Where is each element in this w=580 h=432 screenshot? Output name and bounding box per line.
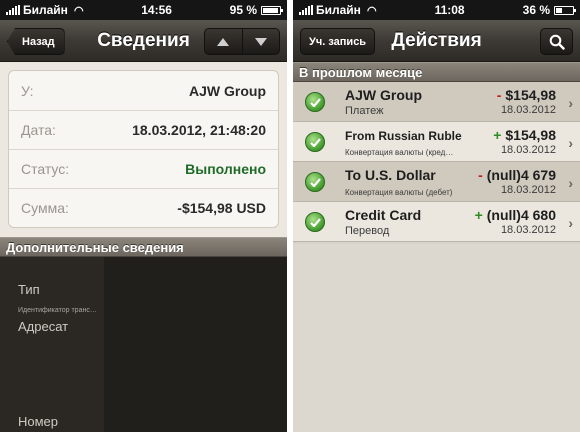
detail-value: AJW Group (189, 82, 266, 99)
additional-details-panel: Тип Идентификатор транс… Адресат Номер (0, 257, 287, 432)
details-screen: Билайн ◠ 14:56 95 % Сведения Назад У: AJ… (0, 0, 287, 432)
battery-icon (261, 5, 283, 15)
check-icon (305, 132, 325, 152)
number-label: Номер (18, 414, 59, 429)
chevron-right-icon: › (568, 175, 573, 191)
search-icon (549, 34, 565, 50)
details-panel: У: AJW Group Дата: 18.03.2012, 21:48:20 … (0, 62, 287, 237)
additional-details-header: Дополнительные сведения (0, 237, 287, 257)
search-button[interactable] (540, 28, 573, 55)
detail-label: Статус: (21, 161, 70, 177)
carrier-name: Билайн (23, 3, 68, 17)
amount-value: $154,98 (505, 127, 556, 143)
battery-percent: 36 % (522, 3, 550, 17)
amount-value: (null)4 680 (486, 207, 556, 223)
carrier: Билайн ◠ (299, 3, 377, 17)
navigation-bar: Сведения Назад (0, 20, 287, 62)
transaction-amount: - (null)4 679 (478, 167, 556, 183)
detail-row-amount: Сумма: -$154,98 USD (9, 188, 278, 227)
chevron-right-icon: › (568, 135, 573, 151)
transaction-row[interactable]: Credit Card Перевод + (null)4 680 18.03.2… (293, 202, 580, 242)
amount-sign: - (478, 167, 483, 183)
activity-screen: Билайн ◠ 11:08 36 % Действия Уч. запись … (293, 0, 580, 432)
amount-sign: + (474, 207, 483, 223)
transaction-date: 18.03.2012 (500, 184, 556, 196)
transaction-type: Конвертация валюты (кред… (345, 148, 454, 157)
transaction-name: To U.S. Dollar (345, 167, 436, 183)
detail-value: -$154,98 USD (177, 200, 266, 216)
transaction-amount: - $154,98 (497, 87, 556, 103)
transaction-date: 18.03.2012 (500, 104, 556, 116)
chevron-right-icon: › (568, 95, 573, 111)
transaction-date: 18.03.2012 (500, 224, 556, 236)
amount-value: (null)4 679 (486, 167, 556, 183)
status-time: 11:08 (434, 3, 465, 17)
transaction-name: Credit Card (345, 207, 422, 223)
wifi-icon: ◠ (366, 4, 377, 17)
detail-value: 18.03.2012, 21:48:20 (132, 122, 266, 138)
check-icon (305, 92, 325, 112)
carrier: Билайн ◠ (6, 3, 84, 17)
transaction-row[interactable]: AJW Group Платеж - $154,98 18.03.2012 › (293, 82, 580, 122)
arrow-up-icon[interactable] (205, 29, 242, 54)
transaction-type: Перевод (345, 225, 390, 237)
prev-next-control (204, 28, 280, 55)
transactions-list: В прошлом месяце AJW Group Платеж - $154,… (293, 62, 580, 432)
transaction-name: From Russian Ruble (345, 129, 462, 143)
last-month-header: В прошлом месяце (293, 62, 580, 82)
chevron-right-icon: › (568, 215, 573, 231)
transaction-type: Конвертация валюты (дебет) (345, 188, 453, 197)
transaction-row[interactable]: From Russian Ruble Конвертация валюты (к… (293, 122, 580, 162)
transaction-id-label: Идентификатор транс… (18, 307, 97, 314)
amount-value: $154,98 (505, 87, 556, 103)
back-button[interactable]: Назад (7, 28, 65, 55)
battery-status: 36 % (522, 3, 576, 17)
type-label: Тип (18, 282, 40, 297)
signal-icon (299, 5, 313, 15)
check-icon (305, 172, 325, 192)
detail-label: Дата: (21, 122, 56, 138)
detail-row-from: У: AJW Group (9, 71, 278, 110)
amount-sign: - (496, 87, 502, 103)
transaction-row[interactable]: To U.S. Dollar Конвертация валюты (дебет… (293, 162, 580, 202)
list-background (293, 244, 580, 432)
recipient-label: Адресат (18, 319, 69, 334)
detail-row-status: Статус: Выполнено (9, 149, 278, 188)
battery-percent: 95 % (229, 3, 257, 17)
transaction-amount: + (null)4 680 (475, 207, 556, 223)
navigation-bar: Действия Уч. запись (293, 20, 580, 62)
detail-row-date: Дата: 18.03.2012, 21:48:20 (9, 110, 278, 149)
transaction-name: AJW Group (345, 87, 422, 103)
account-button[interactable]: Уч. запись (300, 28, 376, 55)
transaction-type: Платеж (345, 105, 384, 117)
status-bar: Билайн ◠ 11:08 36 % (293, 0, 580, 20)
status-time: 14:56 (141, 3, 172, 17)
carrier-name: Билайн (316, 3, 361, 17)
wifi-icon: ◠ (73, 4, 84, 17)
amount-sign: + (493, 127, 502, 143)
arrow-down-icon[interactable] (241, 29, 280, 54)
transaction-date: 18.03.2012 (500, 144, 556, 156)
details-card: У: AJW Group Дата: 18.03.2012, 21:48:20 … (8, 70, 279, 228)
battery-icon (554, 5, 576, 15)
detail-label: Сумма: (21, 200, 69, 216)
detail-label: У: (21, 82, 34, 99)
status-value: Выполнено (185, 161, 266, 177)
signal-icon (6, 5, 20, 15)
check-icon (305, 212, 325, 232)
transaction-amount: + $154,98 (493, 127, 556, 143)
status-bar: Билайн ◠ 14:56 95 % (0, 0, 287, 20)
battery-status: 95 % (229, 3, 283, 17)
